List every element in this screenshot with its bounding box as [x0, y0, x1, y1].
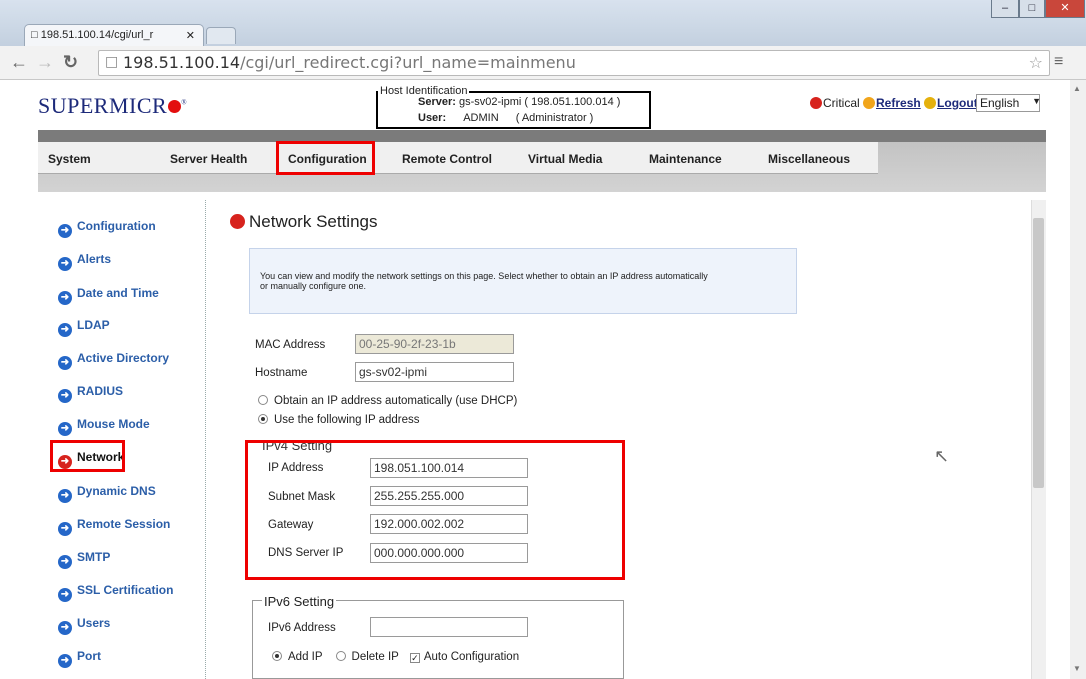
hostname-label: Hostname: [255, 367, 308, 379]
user-role: ( Administrator ): [515, 112, 594, 124]
menu-server-health[interactable]: Server Health: [170, 152, 247, 166]
sidebar-item-ssl-certification[interactable]: ➜ SSL Certification: [58, 583, 173, 602]
ipv6-address-input[interactable]: [370, 617, 528, 637]
sidebar-item-active-directory[interactable]: ➜ Active Directory: [58, 351, 169, 370]
auto-config-checkbox[interactable]: ✓: [409, 653, 420, 663]
header-actions: Critical Refresh Logout: [810, 96, 978, 110]
menu-maintenance[interactable]: Maintenance: [649, 152, 722, 166]
arrow-icon: ➜: [58, 291, 72, 305]
arrow-icon: ➜: [58, 555, 72, 569]
menu-icon[interactable]: ≡: [1054, 53, 1063, 71]
page-title: Network Settings: [230, 212, 378, 232]
arrow-icon: ➜: [58, 224, 72, 238]
supermicro-logo: SUPERMICR ®: [38, 93, 188, 118]
server-ip: ( 198.051.100.014 ): [524, 96, 621, 108]
page-scrollbar[interactable]: [1070, 80, 1086, 679]
add-ip-radio[interactable]: [272, 651, 282, 661]
host-identification-box: Host Identification Server: gs-sv02-ipmi…: [376, 85, 651, 129]
server-label: Server:: [418, 96, 456, 108]
close-window-button[interactable]: ✕: [1045, 0, 1085, 18]
reload-icon[interactable]: ↻: [63, 52, 78, 73]
sidebar-item-date-and-time[interactable]: ➜ Date and Time: [58, 286, 159, 305]
sidebar-item-alerts[interactable]: ➜ Alerts: [58, 252, 111, 271]
network-highlight-box: [50, 440, 125, 472]
scroll-up-icon[interactable]: ▲: [1073, 84, 1081, 93]
new-tab-button[interactable]: [206, 27, 236, 44]
sidebar-item-radius[interactable]: ➜ RADIUS: [58, 384, 123, 403]
mac-address-label: MAC Address: [255, 339, 326, 351]
arrow-icon: ➜: [58, 654, 72, 668]
refresh-icon: [863, 97, 876, 109]
logout-link[interactable]: Logout: [937, 96, 978, 110]
arrow-icon: ➜: [58, 621, 72, 635]
refresh-link[interactable]: Refresh: [876, 96, 921, 110]
mac-address-field: 00-25-90-2f-23-1b: [355, 334, 514, 354]
content-scrollbar-thumb[interactable]: [1033, 218, 1044, 488]
menu-remote-control[interactable]: Remote Control: [402, 152, 492, 166]
page-icon: □: [31, 29, 38, 41]
address-bar[interactable]: □ 198.51.100.14/cgi/url_redirect.cgi?url…: [98, 50, 1050, 76]
bookmark-star-icon[interactable]: ☆: [1029, 53, 1043, 72]
configuration-highlight-box: [276, 141, 375, 175]
language-select[interactable]: English ▼: [976, 94, 1041, 112]
info-box: You can view and modify the network sett…: [249, 248, 797, 314]
dhcp-radio[interactable]: [258, 395, 268, 405]
info-text-line2: or manually configure one.: [260, 281, 367, 291]
sidebar-item-users[interactable]: ➜ Users: [58, 616, 110, 635]
static-ip-radio[interactable]: [258, 414, 268, 424]
ipv6-fieldset: [252, 600, 624, 679]
static-ip-option[interactable]: Use the following IP address: [258, 414, 420, 426]
user-name: ADMIN: [463, 112, 499, 124]
forward-icon[interactable]: →: [36, 52, 54, 73]
menu-miscellaneous[interactable]: Miscellaneous: [768, 152, 850, 166]
user-label: User:: [418, 112, 447, 124]
arrow-icon: [230, 214, 245, 229]
menu-system[interactable]: System: [48, 152, 91, 166]
maximize-button[interactable]: □: [1019, 0, 1045, 18]
dhcp-option[interactable]: Obtain an IP address automatically (use …: [258, 395, 517, 407]
arrow-icon: ➜: [58, 323, 72, 337]
arrow-icon: ➜: [58, 522, 72, 536]
arrow-icon: ➜: [58, 356, 72, 370]
url-host: 198.51.100.14: [123, 53, 241, 72]
menu-top-band: [38, 130, 1046, 142]
info-text-line1: You can view and modify the network sett…: [260, 271, 708, 281]
dropdown-arrow-icon: ▼: [1032, 96, 1041, 106]
arrow-icon: ➜: [58, 588, 72, 602]
sidebar-item-remote-session[interactable]: ➜ Remote Session: [58, 517, 170, 536]
sidebar-item-dynamic-dns[interactable]: ➜ Dynamic DNS: [58, 484, 156, 503]
delete-ip-radio[interactable]: [335, 651, 346, 661]
critical-icon: [810, 97, 822, 109]
ipv6-setting-legend: IPv6 Setting: [262, 594, 337, 609]
arrow-icon: ➜: [58, 422, 72, 436]
arrow-icon: ➜: [58, 489, 72, 503]
server-name: gs-sv02-ipmi: [458, 96, 522, 108]
hostname-input[interactable]: gs-sv02-ipmi: [355, 362, 514, 382]
minimize-button[interactable]: –: [991, 0, 1019, 18]
mouse-cursor-icon: ↖: [934, 446, 950, 466]
sidebar-item-mouse-mode[interactable]: ➜ Mouse Mode: [58, 417, 150, 436]
critical-status[interactable]: Critical: [823, 96, 860, 110]
back-icon[interactable]: ←: [10, 52, 28, 73]
sidebar-item-smtp[interactable]: ➜ SMTP: [58, 550, 110, 569]
ipv4-highlight-box: [245, 440, 625, 580]
tab-title: 198.51.100.14/cgi/url_r: [40, 29, 154, 41]
logout-icon: [924, 97, 937, 109]
sidebar-item-configuration[interactable]: ➜ Configuration: [58, 219, 156, 238]
arrow-icon: ➜: [58, 389, 72, 403]
browser-tab[interactable]: □ 198.51.100.14/cgi/url_r ✕: [24, 24, 204, 46]
ipv6-address-label: IPv6 Address: [268, 622, 336, 634]
url-path: /cgi/url_redirect.cgi?url_name=mainmenu: [240, 53, 576, 72]
page-icon: □: [105, 54, 119, 70]
ipv6-options: Add IP Delete IP ✓ Auto Configuration: [272, 651, 519, 663]
sidebar-item-port[interactable]: ➜ Port: [58, 649, 101, 668]
arrow-icon: ➜: [58, 257, 72, 271]
close-tab-icon[interactable]: ✕: [186, 29, 195, 42]
sidebar-item-ldap[interactable]: ➜ LDAP: [58, 318, 110, 337]
scroll-down-icon[interactable]: ▼: [1073, 664, 1081, 673]
menu-virtual-media[interactable]: Virtual Media: [528, 152, 602, 166]
